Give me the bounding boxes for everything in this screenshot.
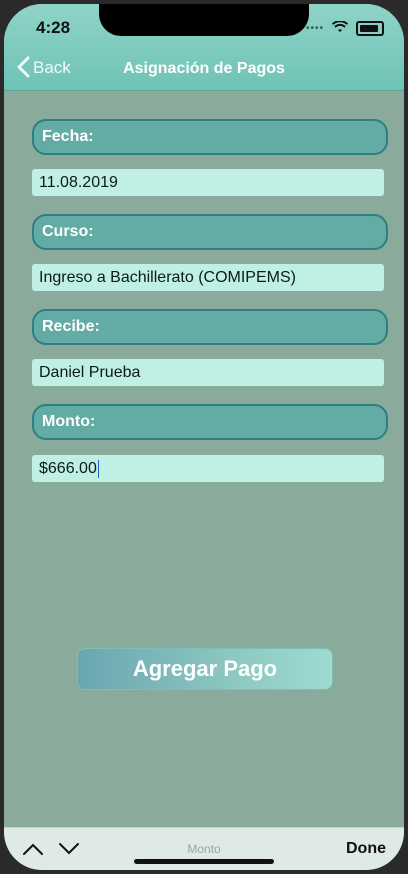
monto-field[interactable]: $666.00 — [32, 455, 384, 482]
phone-screen: 4:28 •••• Back Asignación de Pagos Fecha… — [4, 4, 404, 870]
monto-label: Monto: — [32, 404, 388, 440]
monto-value: $666.00 — [39, 460, 97, 477]
agregar-pago-button[interactable]: Agregar Pago — [77, 648, 333, 690]
page-title: Asignación de Pagos — [123, 60, 285, 77]
keyboard-accessory-bar: Monto Done — [4, 827, 404, 870]
navigation-header: 4:28 •••• Back Asignación de Pagos — [4, 4, 404, 91]
done-button[interactable]: Done — [346, 840, 386, 858]
recibe-label: Recibe: — [32, 309, 388, 345]
curso-label: Curso: — [32, 214, 388, 250]
device-notch — [99, 4, 309, 36]
wifi-icon — [331, 20, 349, 36]
battery-icon — [356, 20, 384, 36]
recibe-field[interactable]: Daniel Prueba — [32, 359, 384, 386]
fecha-field[interactable]: 11.08.2019 — [32, 169, 384, 196]
signal-dots-icon: •••• — [305, 22, 324, 34]
home-indicator — [134, 859, 274, 864]
accessory-title: Monto — [187, 842, 221, 856]
curso-field[interactable]: Ingreso a Bachillerato (COMIPEMS) — [32, 264, 384, 291]
status-icons: •••• — [306, 20, 384, 36]
text-caret — [97, 459, 99, 478]
fecha-label: Fecha: — [32, 119, 388, 155]
status-time: 4:28 — [36, 18, 71, 37]
